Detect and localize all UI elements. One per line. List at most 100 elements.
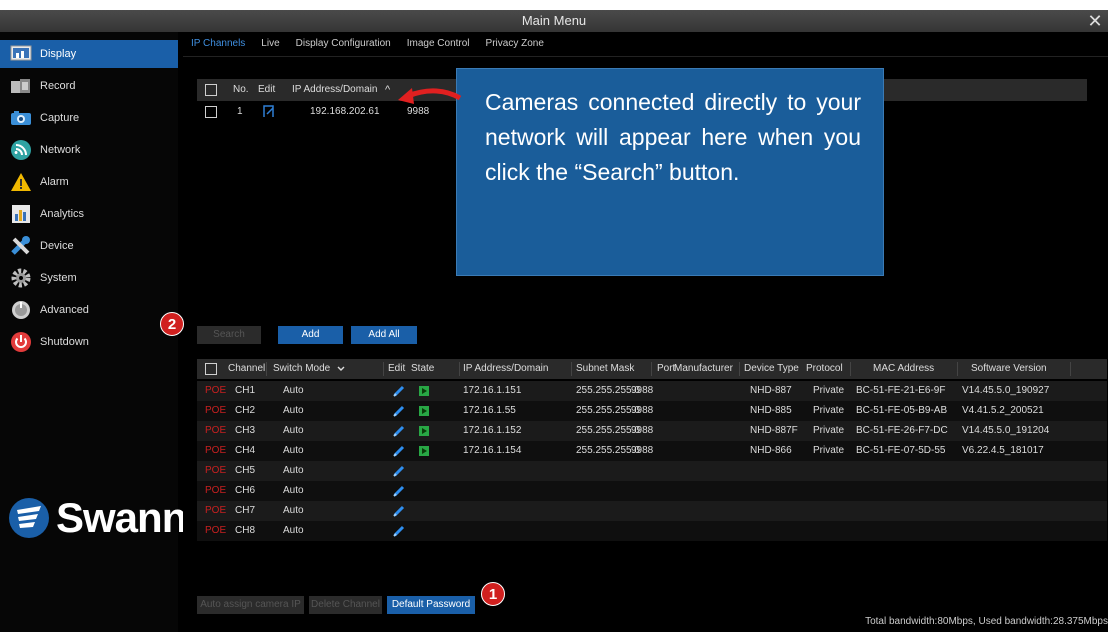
- select-all-checkbox[interactable]: [205, 84, 217, 96]
- edit-pencil-icon[interactable]: [393, 445, 405, 457]
- sidebar-item-device[interactable]: Device: [0, 232, 178, 260]
- header-protocol: Protocol: [806, 363, 843, 374]
- state-play-icon[interactable]: [419, 386, 429, 396]
- header-switch-mode[interactable]: Switch Mode: [273, 359, 330, 379]
- add-button[interactable]: Add: [278, 326, 343, 344]
- tab-display-configuration[interactable]: Display Configuration: [288, 32, 399, 56]
- sidebar-item-network[interactable]: Network: [0, 136, 178, 164]
- channel-row[interactable]: POE CH2 Auto 172.16.1.55 255.255.255.0 9988 NH…: [197, 401, 1107, 421]
- row-checkbox[interactable]: [205, 106, 217, 118]
- header-mac: MAC Address: [873, 363, 935, 374]
- edit-pencil-icon[interactable]: [393, 505, 405, 517]
- add-all-button[interactable]: Add All: [351, 326, 417, 344]
- analytics-icon: [10, 203, 32, 225]
- default-password-button[interactable]: Default Password: [387, 596, 475, 614]
- sidebar-item-advanced[interactable]: Advanced: [0, 296, 178, 324]
- port-cell: 9988: [631, 445, 654, 456]
- sidebar-item-label: Network: [40, 144, 81, 156]
- edit-pencil-icon[interactable]: [393, 525, 405, 537]
- channel-row[interactable]: POE CH1 Auto 172.16.1.151 255.255.255.0 9988 N…: [197, 381, 1107, 401]
- ip-cell: 172.16.1.152: [463, 425, 522, 436]
- ip-cell: 172.16.1.55: [463, 405, 516, 416]
- search-button[interactable]: Search: [197, 326, 261, 344]
- dvr-screen: Main Menu ✕ Display Record Capture Netwo…: [0, 10, 1108, 632]
- poe-label: POE: [205, 405, 227, 416]
- software-cell: V6.22.4.5_181017: [962, 445, 1044, 456]
- swann-logo: Swann: [8, 494, 187, 542]
- switch-mode-cell: Auto: [283, 405, 304, 416]
- display-icon: [10, 43, 32, 65]
- tab-ip-channels[interactable]: IP Channels: [183, 32, 253, 56]
- sidebar-item-label: Alarm: [40, 176, 69, 188]
- protocol-cell: Private: [813, 405, 845, 416]
- advanced-icon: [10, 299, 32, 321]
- state-play-icon[interactable]: [419, 426, 429, 436]
- sidebar-item-label: Capture: [40, 112, 80, 124]
- ip-cell: 172.16.1.151: [463, 385, 522, 396]
- sidebar: Display Record Capture Network Alarm Ana…: [0, 32, 187, 632]
- switch-mode-cell: Auto: [283, 425, 304, 436]
- protocol-cell: Private: [813, 425, 845, 436]
- state-play-icon[interactable]: [419, 446, 429, 456]
- sidebar-item-capture[interactable]: Capture: [0, 104, 178, 132]
- header-ip[interactable]: IP Address/Domain: [292, 79, 377, 101]
- header-device-type: Device Type: [744, 363, 799, 374]
- tab-privacy-zone[interactable]: Privacy Zone: [478, 32, 552, 56]
- header-software: Software Version: [971, 363, 1047, 374]
- sidebar-item-label: Shutdown: [40, 336, 89, 348]
- tab-bar: IP Channels Live Display Configuration I…: [183, 32, 552, 56]
- grid-select-all-checkbox[interactable]: [205, 363, 217, 375]
- channel-row[interactable]: POE CH6 Auto: [197, 481, 1107, 501]
- edit-pencil-icon[interactable]: [393, 405, 405, 417]
- switch-mode-cell: Auto: [283, 505, 304, 516]
- sidebar-item-system[interactable]: System: [0, 264, 178, 292]
- software-cell: V14.45.5.0_190927: [962, 385, 1050, 396]
- edit-icon[interactable]: [263, 105, 275, 117]
- channel-row[interactable]: POE CH4 Auto 172.16.1.154 255.255.255.0 9988 N…: [197, 441, 1107, 461]
- header-channel: Channel: [228, 363, 266, 374]
- alarm-icon: [10, 171, 32, 193]
- sidebar-item-analytics[interactable]: Analytics: [0, 200, 178, 228]
- channel-row[interactable]: POE CH3 Auto 172.16.1.152 255.255.255.0 9988 N…: [197, 421, 1107, 441]
- switch-mode-cell: Auto: [283, 385, 304, 396]
- port-cell: 9988: [631, 385, 654, 396]
- device-type-cell: NHD-887F: [750, 425, 798, 436]
- edit-pencil-icon[interactable]: [393, 485, 405, 497]
- protocol-cell: Private: [813, 445, 845, 456]
- channel-row[interactable]: POE CH5 Auto: [197, 461, 1107, 481]
- swann-logo-icon: [9, 498, 49, 538]
- device-type-cell: NHD-885: [750, 405, 792, 416]
- delete-channel-button[interactable]: Delete Channel: [309, 596, 382, 614]
- channel-row[interactable]: POE CH7 Auto: [197, 501, 1107, 521]
- sidebar-item-record[interactable]: Record: [0, 72, 178, 100]
- header-edit: Edit: [388, 363, 406, 374]
- step-badge-2: 2: [160, 312, 184, 336]
- row-ip: 192.168.202.61: [310, 106, 380, 117]
- channel-cell: CH7: [235, 505, 256, 516]
- sort-asc-icon[interactable]: ^: [385, 79, 390, 101]
- sidebar-item-label: Display: [40, 48, 77, 60]
- edit-pencil-icon[interactable]: [393, 425, 405, 437]
- tab-image-control[interactable]: Image Control: [399, 32, 478, 56]
- switch-mode-cell: Auto: [283, 525, 304, 536]
- poe-label: POE: [205, 425, 227, 436]
- edit-pencil-icon[interactable]: [393, 465, 405, 477]
- switch-mode-cell: Auto: [283, 445, 304, 456]
- chevron-down-icon[interactable]: [337, 366, 345, 372]
- tab-live[interactable]: Live: [253, 32, 287, 56]
- sidebar-item-label: System: [40, 272, 77, 284]
- system-icon: [10, 267, 32, 289]
- row-no: 1: [237, 106, 243, 117]
- sidebar-item-alarm[interactable]: Alarm: [0, 168, 178, 196]
- mac-cell: BC-51-FE-21-E6-9F: [856, 385, 946, 396]
- sidebar-item-display[interactable]: Display: [0, 40, 178, 68]
- close-icon[interactable]: ✕: [1086, 10, 1104, 32]
- channel-row[interactable]: POE CH8 Auto: [197, 521, 1107, 541]
- auto-assign-ip-button[interactable]: Auto assign camera IP: [197, 596, 304, 614]
- state-play-icon[interactable]: [419, 406, 429, 416]
- channel-cell: CH8: [235, 525, 256, 536]
- sidebar-item-shutdown[interactable]: Shutdown: [0, 328, 178, 356]
- edit-pencil-icon[interactable]: [393, 385, 405, 397]
- channel-cell: CH1: [235, 385, 256, 396]
- ip-cell: 172.16.1.154: [463, 445, 522, 456]
